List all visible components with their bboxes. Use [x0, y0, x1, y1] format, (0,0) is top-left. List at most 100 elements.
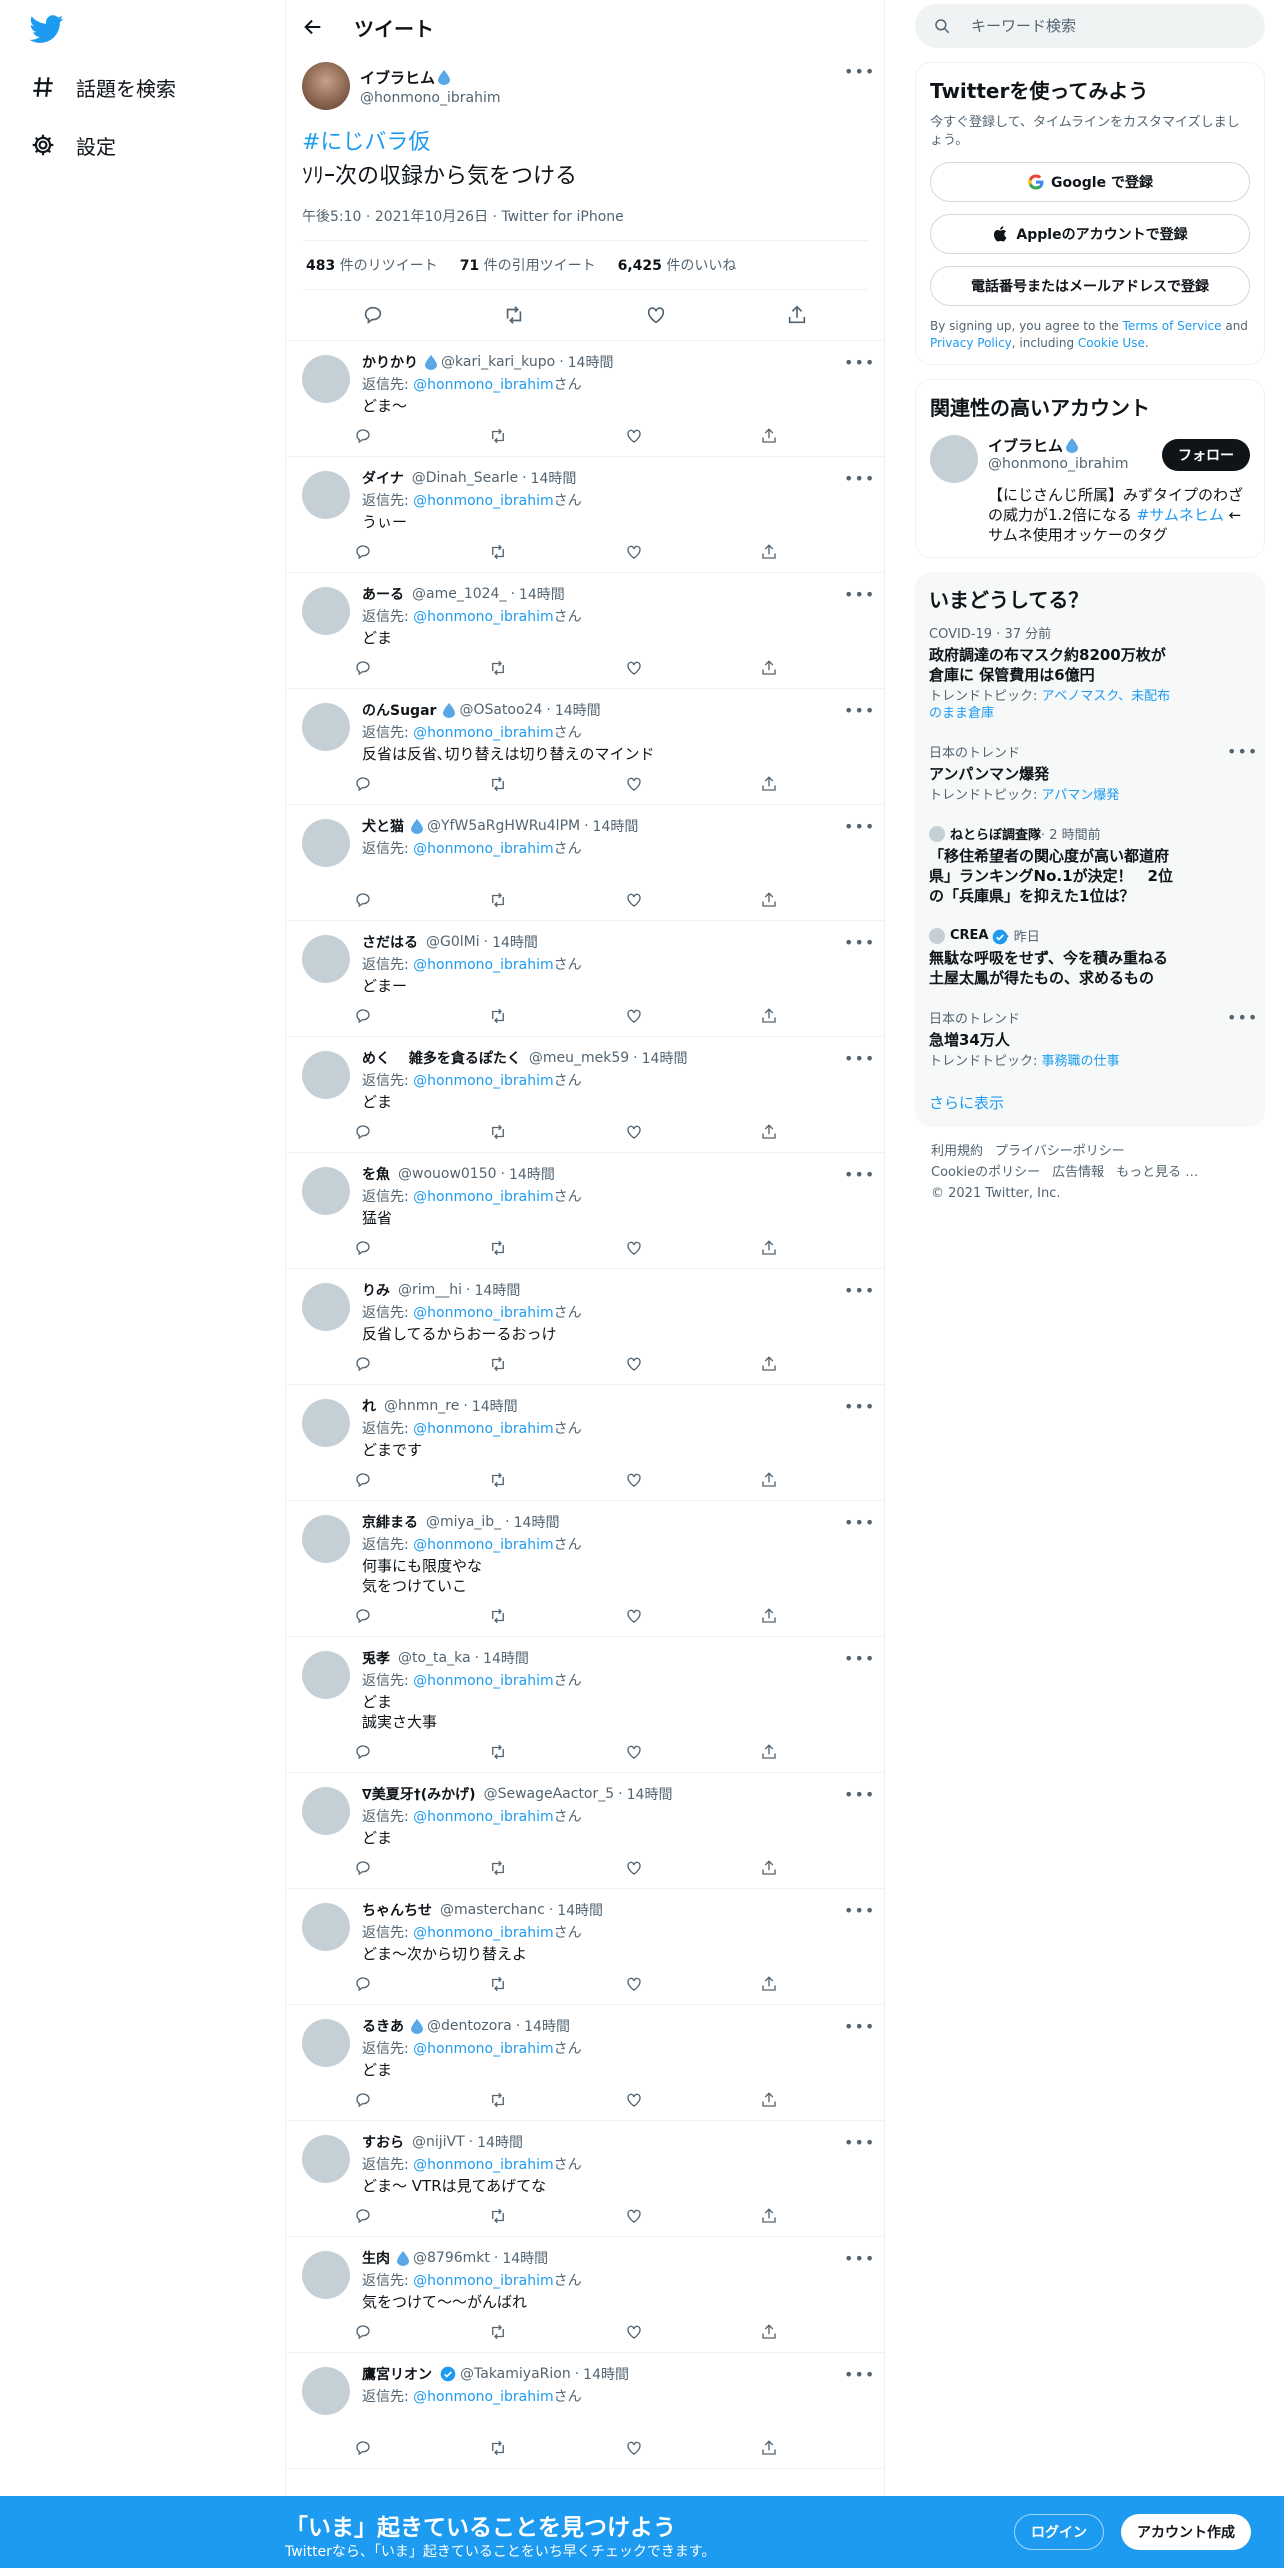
more-icon[interactable]: ••• [844, 1397, 874, 1417]
reply-tweet[interactable]: ダイナ @Dinah_Searle · 14時間 返信先: @honmono_ibrah… [286, 457, 884, 573]
show-more-link[interactable]: さらに表示 [915, 1080, 1265, 1119]
hashtag-link[interactable]: #にじバラ仮 [302, 124, 430, 156]
avatar[interactable] [302, 2019, 350, 2067]
retweet-icon[interactable] [489, 1975, 507, 1993]
avatar[interactable] [302, 1167, 350, 1215]
reply-author-name[interactable]: のんSugar [362, 700, 436, 720]
reply-time[interactable]: 14時間 [492, 932, 538, 952]
like-icon[interactable] [625, 1743, 643, 1761]
reply-author-name[interactable]: るきあ [362, 2016, 404, 2036]
cookie-link[interactable]: Cookie Use [1078, 336, 1145, 350]
reply-author-handle[interactable]: @wouow0150 [398, 1166, 497, 1182]
reply-tweet[interactable]: りみ @rim__hi · 14時間 返信先: @honmono_ibrahimさん 反省… [286, 1269, 884, 1385]
reply-author-handle[interactable]: @rim__hi [398, 1282, 462, 1298]
reply-time[interactable]: 14時間 [531, 468, 577, 488]
like-icon[interactable] [625, 2323, 643, 2341]
reply-tweet[interactable]: 生肉 @8796mkt · 14時間 返信先: @honmono_ibrahimさん 気を… [286, 2237, 884, 2353]
author-handle[interactable]: @honmono_ibrahim [360, 90, 500, 106]
reply-to-link[interactable]: @honmono_ibrahim [413, 1421, 553, 1437]
reply-time[interactable]: 14時間 [524, 2016, 570, 2036]
reply-to-link[interactable]: @honmono_ibrahim [413, 493, 553, 509]
more-icon[interactable]: ••• [844, 62, 874, 82]
reply-time[interactable]: 14時間 [483, 1648, 529, 1668]
avatar[interactable] [930, 435, 978, 483]
author-name[interactable]: イブラヒム [360, 67, 435, 88]
share-icon[interactable] [760, 1471, 778, 1489]
reply-to-link[interactable]: @honmono_ibrahim [413, 2041, 553, 2057]
reply-author-handle[interactable]: @YfW5aRgHWRu4lPM [427, 818, 580, 834]
reply-icon[interactable] [354, 2439, 372, 2457]
more-icon[interactable]: ••• [844, 2249, 874, 2269]
avatar[interactable] [302, 62, 350, 110]
reply-time[interactable]: 14時間 [593, 816, 639, 836]
reply-to-link[interactable]: @honmono_ibrahim [413, 2273, 553, 2289]
reply-author-name[interactable]: ちゃんちせ [362, 1900, 432, 1920]
reply-time[interactable]: 14時間 [475, 1280, 521, 1300]
reply-author-handle[interactable]: @to_ta_ka [398, 1650, 471, 1666]
reply-tweet[interactable]: あーる @ame_1024_ · 14時間 返信先: @honmono_ibrahimさ… [286, 573, 884, 689]
reply-to-link[interactable]: @honmono_ibrahim [413, 1305, 553, 1321]
reply-time[interactable]: 14時間 [472, 1396, 518, 1416]
reply-author-name[interactable]: 犬と猫 [362, 816, 404, 836]
avatar[interactable] [302, 2367, 350, 2415]
reply-author-name[interactable]: を魚 [362, 1164, 390, 1184]
more-icon[interactable]: ••• [844, 585, 874, 605]
avatar[interactable] [302, 1515, 350, 1563]
more-icon[interactable]: ••• [844, 1513, 874, 1533]
reply-author-name[interactable]: 鷹宮リオン [362, 2364, 432, 2384]
reply-author-handle[interactable]: @masterchanc [440, 1902, 545, 1918]
reply-icon[interactable] [354, 659, 372, 677]
more-icon[interactable]: ••• [844, 353, 874, 373]
search-box[interactable] [915, 4, 1265, 48]
like-icon[interactable] [625, 1975, 643, 1993]
reply-to-link[interactable]: @honmono_ibrahim [413, 609, 553, 625]
avatar[interactable] [302, 1283, 350, 1331]
search-input[interactable] [969, 16, 1229, 36]
google-signup-button[interactable]: Google で登録 [930, 162, 1250, 202]
retweet-icon[interactable] [489, 2091, 507, 2109]
more-icon[interactable]: ••• [844, 2017, 874, 2037]
more-icon[interactable]: ••• [844, 2365, 874, 2385]
retweet-icon[interactable] [489, 1123, 507, 1141]
more-icon[interactable]: ••• [844, 701, 874, 721]
reply-icon[interactable] [354, 891, 372, 909]
nav-explore[interactable]: 話題を検索 [30, 62, 176, 112]
reply-to-link[interactable]: @honmono_ibrahim [413, 725, 553, 741]
footer-link[interactable]: もっと見る … [1116, 1165, 1198, 1180]
reply-icon[interactable] [354, 775, 372, 793]
reply-tweet[interactable]: れ @hnmn_re · 14時間 返信先: @honmono_ibrahimさん どまで… [286, 1385, 884, 1501]
reply-icon[interactable] [354, 543, 372, 561]
retweets-stat[interactable]: 483 件のリツイート [306, 255, 438, 275]
tweet-date[interactable]: 2021年10月26日 [375, 209, 488, 225]
reply-author-handle[interactable]: @G0lMi [426, 934, 480, 950]
like-icon[interactable] [625, 1007, 643, 1025]
share-icon[interactable] [760, 775, 778, 793]
related-account[interactable]: イブラヒム @honmono_ibrahim フォロー [930, 435, 1250, 483]
retweet-icon[interactable] [489, 1007, 507, 1025]
reply-icon[interactable] [354, 1471, 372, 1489]
share-icon[interactable] [760, 1859, 778, 1877]
tweet-time[interactable]: 午後5:10 [302, 209, 361, 225]
like-icon[interactable] [625, 427, 643, 445]
share-icon[interactable] [760, 1607, 778, 1625]
share-icon[interactable] [760, 543, 778, 561]
tweet-client[interactable]: Twitter for iPhone [501, 209, 623, 225]
more-icon[interactable]: ••• [844, 933, 874, 953]
footer-link[interactable]: プライバシーポリシー [995, 1144, 1125, 1159]
reply-tweet[interactable]: かりかり @kari_kari_kupo · 14時間 返信先: @honmono_ib… [286, 341, 884, 457]
reply-time[interactable]: 14時間 [477, 2132, 523, 2152]
more-icon[interactable]: ••• [1227, 742, 1257, 762]
reply-to-link[interactable]: @honmono_ibrahim [413, 1925, 553, 1941]
retweet-icon[interactable] [489, 1859, 507, 1877]
share-icon[interactable] [760, 1975, 778, 1993]
more-icon[interactable]: ••• [844, 1649, 874, 1669]
privacy-link[interactable]: Privacy Policy [930, 336, 1012, 350]
retweet-icon[interactable] [489, 1355, 507, 1373]
share-icon[interactable] [760, 2091, 778, 2109]
like-icon[interactable] [625, 1123, 643, 1141]
reply-icon[interactable] [354, 427, 372, 445]
quotes-stat[interactable]: 71 件の引用ツイート [460, 255, 596, 275]
like-icon[interactable] [625, 1239, 643, 1257]
reply-icon[interactable] [362, 304, 384, 326]
retweet-icon[interactable] [489, 543, 507, 561]
